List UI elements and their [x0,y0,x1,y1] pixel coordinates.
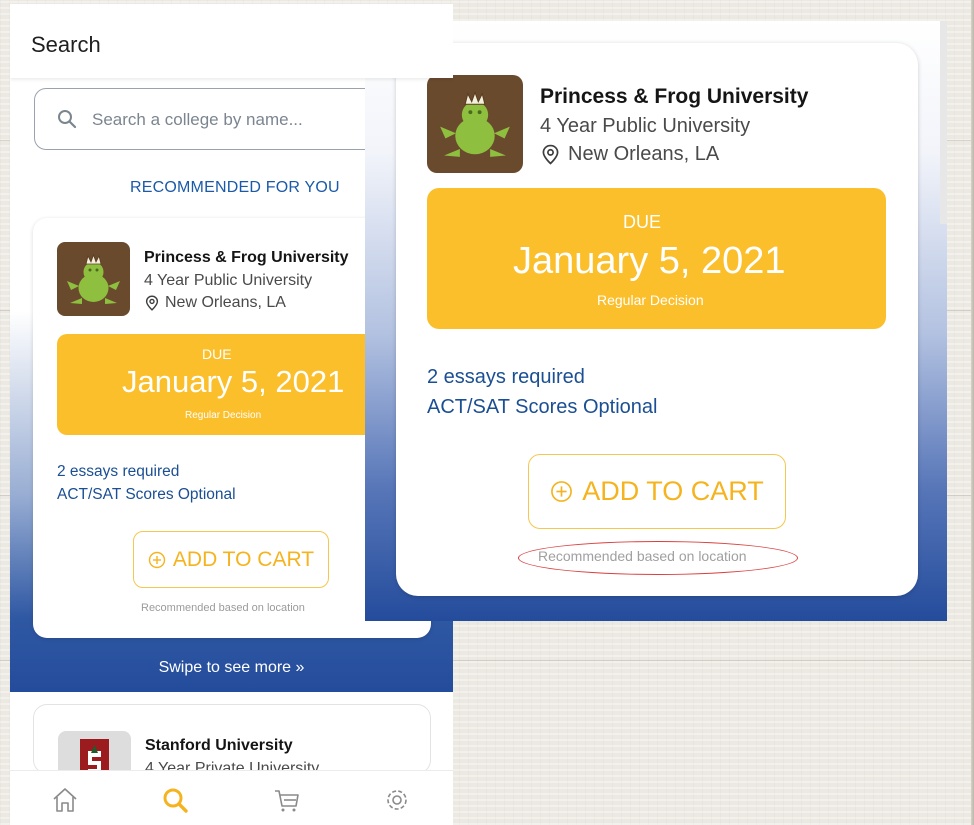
plus-circle-icon [551,481,573,502]
nav-home[interactable] [50,785,80,815]
zoomed-card-view: Princess & Frog University 4 Year Public… [365,21,947,621]
bottom-navigation [10,770,453,825]
section-heading: RECOMMENDED FOR YOU [130,179,340,196]
search-icon [58,110,77,129]
add-to-cart-button[interactable]: ADD TO CART [133,531,329,588]
due-date: January 5, 2021 [513,240,786,282]
stanford-logo-icon [58,731,131,773]
essay-requirement: 2 essays required [427,366,585,388]
highlight-annotation [518,541,798,575]
nav-search[interactable] [160,785,190,815]
home-icon [53,788,77,812]
decision-type: Regular Decision [185,410,262,421]
frog-logo-icon [57,242,130,316]
college-name: Stanford University [145,737,293,754]
nav-cart[interactable] [272,785,302,815]
page-title: Search [31,32,101,57]
location-text: New Orleans, LA [165,294,286,311]
college-card-zoomed[interactable]: Princess & Frog University 4 Year Public… [396,43,918,596]
recommendation-reason: Recommended based on location [141,602,305,614]
due-label: DUE [202,346,232,362]
nav-settings[interactable] [382,785,412,815]
search-icon [163,788,188,813]
add-to-cart-button[interactable]: ADD TO CART [528,454,786,529]
due-label: DUE [623,212,662,232]
swipe-hint[interactable]: Swipe to see more » [10,659,453,677]
score-requirement: ACT/SAT Scores Optional [57,486,236,503]
score-requirement: ACT/SAT Scores Optional [427,396,658,418]
college-location: New Orleans, LA [144,294,286,312]
college-location: New Orleans, LA [540,143,719,166]
app-header: Search [10,4,453,78]
college-name: Princess & Frog University [540,85,809,108]
college-card[interactable]: Stanford University 4 Year Private Unive… [33,704,431,774]
plus-circle-icon [148,551,166,568]
search-input[interactable]: Search a college by name... [34,88,394,150]
essay-requirement: 2 essays required [57,463,180,480]
due-date: January 5, 2021 [122,364,345,399]
college-type: 4 Year Public University [540,115,751,137]
add-to-cart-label: ADD TO CART [172,547,315,571]
college-type: 4 Year Public University [144,272,313,289]
college-name: Princess & Frog University [144,249,349,266]
scrollbar[interactable] [940,21,947,224]
location-pin-icon [542,144,559,165]
deadline-banner: DUE January 5, 2021 Regular Decision [427,188,886,329]
frog-logo-icon [427,75,523,173]
search-placeholder: Search a college by name... [92,110,303,129]
gear-icon [387,790,407,810]
decision-type: Regular Decision [597,292,704,308]
add-to-cart-label: ADD TO CART [582,476,764,506]
cart-icon [275,790,299,812]
location-text: New Orleans, LA [568,143,720,165]
location-pin-icon [145,295,159,311]
